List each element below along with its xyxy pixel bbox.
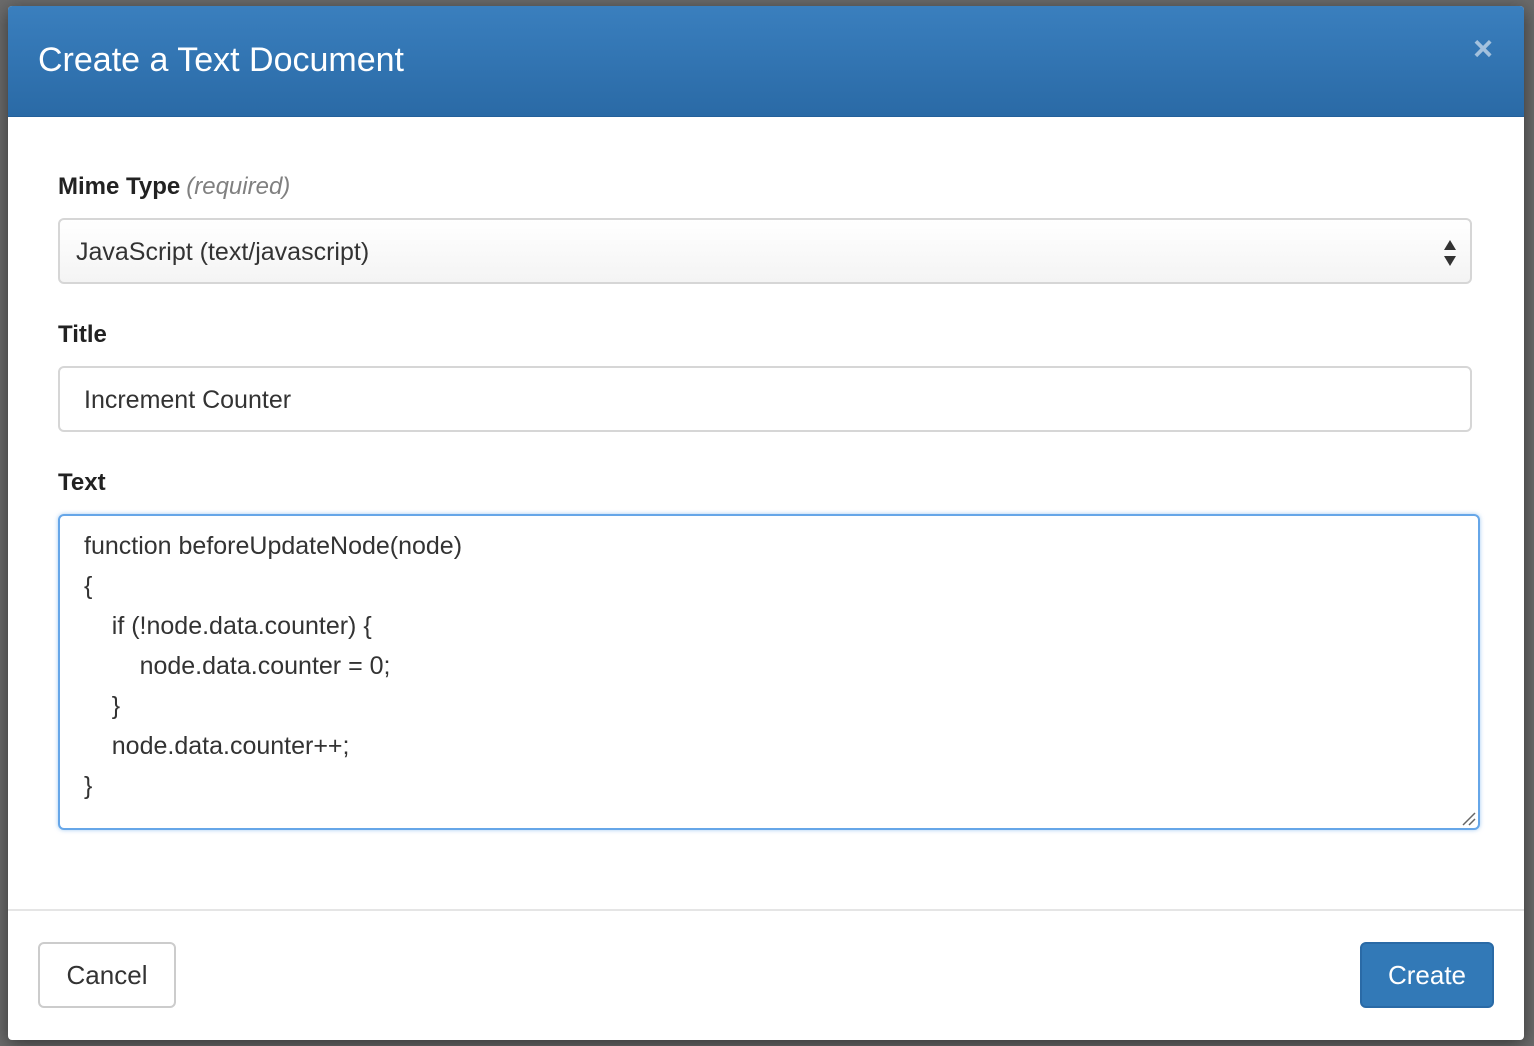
code-line: if (!node.data.counter) { [84, 612, 372, 640]
resize-handle-icon[interactable] [1460, 810, 1476, 826]
required-note: (required) [186, 173, 291, 200]
create-button[interactable]: Create [1360, 942, 1494, 1008]
close-icon[interactable]: × [1470, 32, 1496, 66]
mime-type-select[interactable]: JavaScript (text/javascript) [58, 218, 1472, 284]
mime-type-label-text: Mime Type [58, 173, 181, 200]
code-line: } [84, 772, 93, 800]
code-line: function beforeUpdateNode(node) [84, 532, 463, 560]
code-line: node.data.counter = 0; [84, 652, 391, 680]
mime-type-label: Mime Type (required) [58, 172, 290, 202]
code-line: node.data.counter++; [84, 732, 350, 760]
select-updown-icon [1444, 240, 1456, 266]
dialog-title: Create a Text Document [38, 41, 404, 79]
text-textarea[interactable]: function beforeUpdateNode(node) { if (!n… [58, 514, 1480, 830]
title-label: Title [58, 321, 107, 348]
code-line: { [84, 572, 93, 600]
cancel-button[interactable]: Cancel [38, 942, 176, 1008]
footer-divider [8, 909, 1524, 911]
title-input-value: Increment Counter [84, 386, 292, 414]
mime-type-selected-value: JavaScript (text/javascript) [76, 238, 370, 266]
dialog-header: Create a Text Document × [8, 6, 1524, 117]
create-text-document-dialog: Create a Text Document × Mime Type (requi… [8, 6, 1524, 1040]
code-line: } [84, 692, 121, 720]
title-input[interactable]: Increment Counter [58, 366, 1472, 432]
text-label: Text [58, 469, 106, 496]
